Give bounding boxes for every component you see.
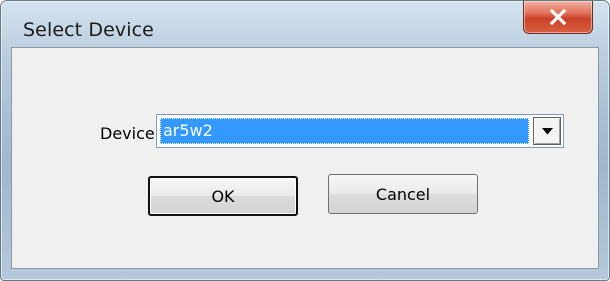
device-select-value[interactable]: ar5w2 — [160, 118, 529, 144]
cancel-button[interactable]: Cancel — [328, 174, 478, 214]
close-button[interactable] — [523, 1, 593, 34]
dropdown-button[interactable] — [533, 117, 561, 145]
device-label: Device: — [100, 124, 161, 143]
select-device-dialog: Select Device Device: ar5w2 OK Cancel — [0, 0, 610, 281]
title-bar[interactable]: Select Device — [1, 1, 609, 47]
dialog-content: Device: ar5w2 OK Cancel — [11, 47, 599, 269]
chevron-down-icon — [541, 127, 553, 134]
close-icon — [549, 9, 567, 25]
ok-button[interactable]: OK — [148, 176, 298, 216]
device-select[interactable]: ar5w2 — [156, 114, 564, 148]
window-title: Select Device — [23, 19, 154, 41]
